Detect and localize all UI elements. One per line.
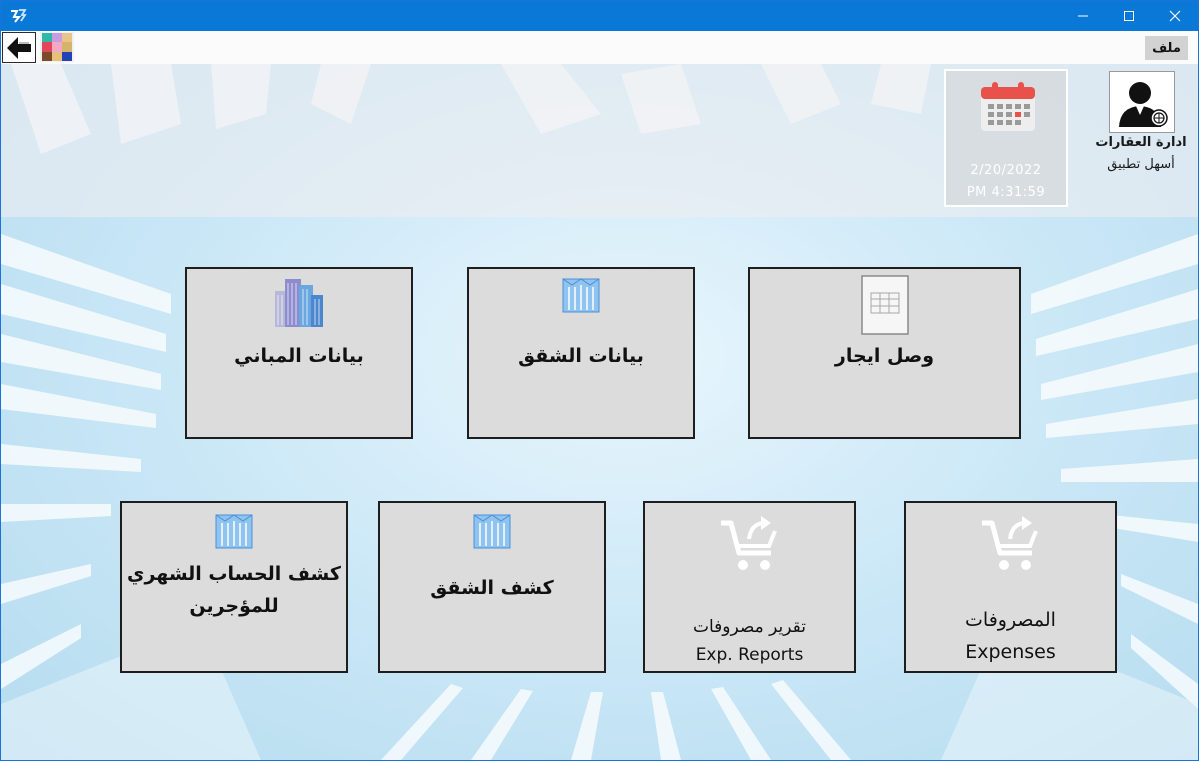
app-title: ادارة العقارات [1095,135,1187,150]
app-window: ملف ادارة العقارات أسهل تطبيق 2/20/2022 … [0,0,1199,761]
minimize-button[interactable] [1060,1,1106,31]
apartments-statement-tile[interactable]: كشف الشقق [378,501,606,673]
apartments-data-tile[interactable]: بيانات الشقق [467,267,695,439]
back-arrow-icon [7,36,31,59]
tile-label-line1: كشف الحساب الشهري [127,563,341,585]
back-button[interactable] [2,32,36,63]
close-icon [1169,10,1181,22]
user-avatar-icon [1119,82,1168,127]
rent-receipt-tile[interactable]: وصل ايجار [748,267,1021,439]
apartment-building-icon [562,278,600,313]
maximize-button[interactable] [1106,1,1152,31]
close-button[interactable] [1152,1,1198,31]
tile-label-line1: تقرير مصروفات [693,617,806,637]
color-palette-icon [40,32,74,62]
calendar-icon [981,82,1035,131]
tenant-monthly-statement-tile[interactable]: كشف الحساب الشهري للمؤجرين [120,501,348,673]
tile-label-line2: Expenses [965,641,1056,663]
tile-label: وصل ايجار [834,345,935,367]
date-time-card: 2/20/2022 PM 4:31:59 [944,69,1068,207]
profile-avatar[interactable] [1109,71,1175,133]
tile-label-line1: المصروفات [965,609,1056,631]
file-menu[interactable]: ملف [1145,36,1188,60]
document-table-icon [860,275,909,335]
tile-label: بيانات الشقق [518,345,644,367]
toolbar: ملف [1,31,1198,65]
apartment-building-icon [473,514,511,549]
expenses-tile[interactable]: المصروفات Expenses [904,501,1117,673]
apartment-building-icon [215,514,253,549]
expense-reports-tile[interactable]: تقرير مصروفات Exp. Reports [643,501,856,673]
buildings-data-tile[interactable]: بيانات المباني [185,267,413,439]
maximize-icon [1124,11,1134,21]
theme-palette-button[interactable] [40,32,74,62]
tile-label-line2: Exp. Reports [695,645,804,665]
tile-label: كشف الشقق [430,577,554,599]
tile-label-line2: للمؤجرين [189,595,279,617]
cart-arrow-icon [720,516,777,570]
app-logo-icon [11,9,27,23]
buildings-icon [275,279,323,327]
tile-label: بيانات المباني [234,345,364,367]
minimize-icon [1078,15,1088,17]
title-bar [1,1,1198,31]
app-subtitle: أسهل تطبيق [1107,157,1175,172]
current-date: 2/20/2022 [970,163,1042,178]
cart-arrow-icon [981,516,1038,570]
current-time: PM 4:31:59 [966,185,1046,200]
